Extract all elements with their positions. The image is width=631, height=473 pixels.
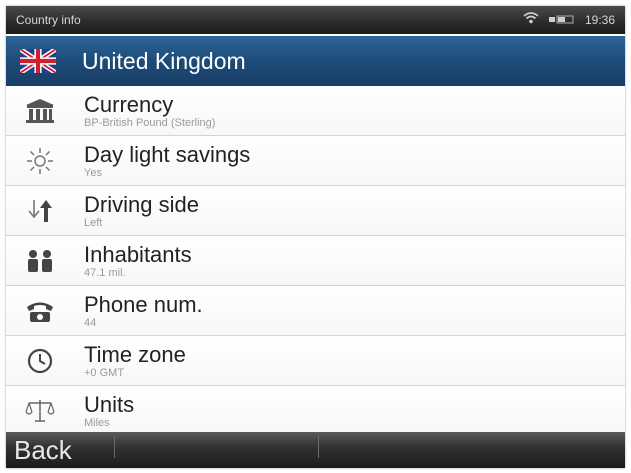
phone-icon	[18, 296, 62, 326]
list-item-label: Inhabitants	[84, 241, 192, 267]
list-item-value: 47.1 mil.	[84, 266, 126, 279]
country-header[interactable]: United Kingdom	[6, 36, 625, 86]
status-bar: Country info 19:36	[6, 6, 625, 34]
bank-icon	[18, 96, 62, 126]
list-item-label: Time zone	[84, 341, 186, 367]
status-icons: 19:36	[523, 11, 625, 29]
list-item-value: +0 GMT	[84, 366, 125, 379]
bottom-bar: Back	[6, 432, 625, 468]
list-item-value: 44	[84, 316, 97, 329]
screen: Country info 19:36 United Kingdom Curren…	[6, 6, 625, 468]
list-item-value: Miles	[84, 416, 110, 429]
uk-flag-icon	[18, 47, 58, 75]
list-item-driving-side[interactable]: Driving side Left	[6, 186, 625, 236]
list-item-label: Currency	[84, 91, 174, 117]
country-info-list: Currency BP-British Pound (Sterling) Day…	[6, 86, 625, 436]
list-item-label: Driving side	[84, 191, 199, 217]
bottom-bar-divider	[114, 436, 115, 458]
bottom-bar-divider	[318, 436, 319, 458]
country-name: United Kingdom	[82, 47, 246, 74]
back-button[interactable]: Back	[6, 435, 72, 468]
clock-icon	[18, 346, 62, 376]
list-item-label: Phone num.	[84, 291, 203, 317]
list-item-time-zone[interactable]: Time zone +0 GMT	[6, 336, 625, 386]
list-item-daylight-savings[interactable]: Day light savings Yes	[6, 136, 625, 186]
list-item-label: Day light savings	[84, 141, 251, 167]
list-item-phone-num[interactable]: Phone num. 44	[6, 286, 625, 336]
driving-side-icon	[18, 196, 62, 226]
list-item-label: Units	[84, 391, 135, 417]
list-item-units[interactable]: Units Miles	[6, 386, 625, 436]
status-clock: 19:36	[584, 13, 615, 27]
battery-icon	[548, 11, 575, 29]
list-item-value: Left	[84, 216, 103, 229]
list-item-value: BP-British Pound (Sterling)	[84, 116, 216, 129]
list-item-value: Yes	[84, 166, 102, 179]
sun-icon	[18, 146, 62, 176]
status-bar-title: Country info	[16, 13, 81, 27]
list-item-currency[interactable]: Currency BP-British Pound (Sterling)	[6, 86, 625, 136]
people-icon	[18, 246, 62, 276]
wifi-icon	[523, 11, 539, 29]
list-item-inhabitants[interactable]: Inhabitants 47.1 mil.	[6, 236, 625, 286]
scales-icon	[18, 396, 62, 426]
